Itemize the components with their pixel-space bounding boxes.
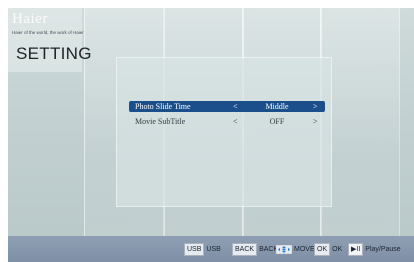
brand-header: Haier Haier of the world, the work of Ha… (8, 8, 91, 72)
page-title: SETTING (16, 44, 92, 63)
setting-value: OFF (269, 117, 285, 126)
settings-frame: Haier Haier of the world, the work of Ha… (8, 8, 414, 262)
setting-row-photo-slide-time[interactable]: Photo Slide Time < Middle > (129, 101, 325, 112)
bottom-hint-bar: USB USB BACK BACK MOVE OK OK ▶II Play/Pa… (8, 236, 414, 262)
usb-key: USB (184, 243, 205, 256)
hint-play-pause[interactable]: ▶II Play/Pause (348, 243, 401, 256)
setting-label: Movie SubTitle (135, 117, 186, 126)
setting-row-movie-subtitle[interactable]: Movie SubTitle < OFF > (129, 116, 325, 127)
arrow-left-icon[interactable]: < (233, 102, 238, 111)
setting-label: Photo Slide Time (135, 102, 191, 111)
back-key: BACK (232, 243, 258, 256)
play-pause-icon: ▶II (348, 243, 364, 256)
tv-screen: Haier Haier of the world, the work of Ha… (0, 0, 414, 262)
setting-value: Middle (265, 102, 289, 111)
hint-back[interactable]: BACK BACK (232, 243, 278, 256)
hint-ok[interactable]: OK OK (314, 243, 342, 256)
brand-slogan: Haier of the world, the work of Haier (12, 30, 84, 35)
arrow-right-icon[interactable]: > (313, 102, 318, 111)
arrow-left-icon[interactable]: < (233, 117, 238, 126)
hint-label: USB (206, 246, 221, 253)
move-arrows-icon (276, 245, 292, 254)
hint-label: Play/Pause (365, 246, 401, 253)
hint-move[interactable]: MOVE (276, 243, 315, 256)
settings-panel: Photo Slide Time < Middle > Movie SubTit… (116, 57, 332, 207)
arrow-right-icon[interactable]: > (313, 117, 318, 126)
hint-label: MOVE (294, 246, 315, 253)
hint-usb[interactable]: USB USB (184, 243, 221, 256)
glass-panel-decoration (320, 8, 400, 262)
ok-key: OK (314, 243, 331, 256)
hint-label: OK (332, 246, 343, 253)
haier-logo: Haier (12, 11, 48, 27)
